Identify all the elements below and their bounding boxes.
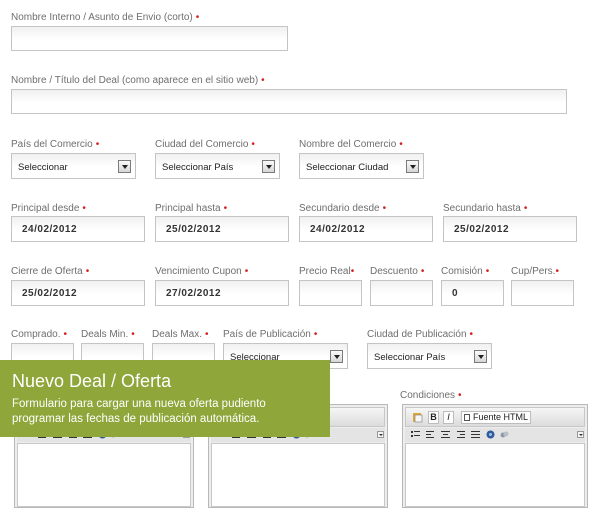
italic-button[interactable]: I (443, 411, 454, 424)
label-principal-hasta: Principal hasta • (155, 203, 228, 214)
secundario-desde-input[interactable]: 24/02/2012 (299, 216, 433, 242)
nombre-titulo-input[interactable] (11, 89, 567, 114)
align-right-icon[interactable] (456, 430, 465, 439)
label-principal-desde: Principal desde • (11, 203, 86, 214)
label-pais-publicacion: País de Publicación • (223, 329, 318, 340)
label-secundario-hasta: Secundario hasta • (443, 203, 528, 214)
align-justify-icon[interactable] (471, 430, 480, 439)
page-info-banner: Nuevo Deal / Oferta Formulario para carg… (0, 360, 330, 437)
editor-toolbar: B I Fuente HTML (405, 407, 585, 427)
chevron-down-icon[interactable] (118, 160, 131, 173)
principal-desde-input[interactable]: 24/02/2012 (11, 216, 145, 242)
descuento-input[interactable] (370, 280, 433, 306)
link-icon[interactable] (486, 430, 495, 439)
label-pais-comercio: País del Comercio • (11, 139, 100, 150)
label-deals-min: Deals Min. • (81, 329, 135, 340)
label-nombre-interno: Nombre Interno / Asunto de Envio (corto)… (11, 12, 200, 23)
precio-real-input[interactable] (299, 280, 362, 306)
cup-pers-input[interactable] (511, 280, 574, 306)
chevron-down-icon[interactable] (262, 160, 275, 173)
ciudad-comercio-select[interactable]: Seleccionar País (155, 153, 280, 179)
comision-input[interactable]: 0 (441, 280, 504, 306)
align-left-icon[interactable] (426, 430, 435, 439)
cierre-oferta-input[interactable]: 25/02/2012 (11, 280, 145, 306)
chevron-down-icon[interactable] (474, 350, 487, 363)
bullet-list-icon[interactable] (411, 430, 420, 439)
banner-title: Nuevo Deal / Oferta (12, 371, 172, 391)
paste-icon[interactable] (412, 412, 423, 423)
banner-description: Formulario para cargar una nueva oferta … (12, 398, 266, 425)
editor-format-toolbar (405, 428, 585, 442)
label-comprado: Comprado. • (11, 329, 67, 340)
secundario-hasta-input[interactable]: 25/02/2012 (443, 216, 577, 242)
editor-resize-toggle[interactable] (577, 431, 584, 438)
fuente-html-button[interactable]: Fuente HTML (461, 411, 531, 424)
vencimiento-cupon-input[interactable]: 27/02/2012 (155, 280, 289, 306)
label-ciudad-publicacion: Ciudad de Publicación • (367, 329, 474, 340)
label-nombre-comercio: Nombre del Comercio • (299, 139, 403, 150)
editor-text-area[interactable] (17, 443, 191, 507)
pais-comercio-select[interactable]: Seleccionar (11, 153, 136, 179)
nombre-interno-input[interactable] (11, 26, 288, 51)
align-center-icon[interactable] (441, 430, 450, 439)
unlink-icon[interactable] (500, 430, 509, 439)
label-deals-max: Deals Max. • (152, 329, 209, 340)
label-cierre-oferta: Cierre de Oferta • (11, 266, 90, 277)
label-precio-real: Precio Real• (299, 266, 355, 277)
nombre-comercio-select[interactable]: Seleccionar Ciudad (299, 153, 424, 179)
ciudad-publicacion-select[interactable]: Seleccionar País (367, 343, 492, 369)
editor-text-area[interactable] (211, 443, 385, 507)
label-nombre-titulo: Nombre / Título del Deal (como aparece e… (11, 75, 265, 86)
chevron-down-icon[interactable] (406, 160, 419, 173)
editor-resize-toggle[interactable] (377, 431, 384, 438)
chevron-down-icon[interactable] (330, 350, 343, 363)
label-cup-pers: Cup/Pers.• (511, 266, 559, 277)
label-descuento: Descuento • (370, 266, 425, 277)
label-vencimiento-cupon: Vencimiento Cupon • (155, 266, 249, 277)
label-ciudad-comercio: Ciudad del Comercio • (155, 139, 255, 150)
condiciones-editor[interactable]: B I Fuente HTML (402, 404, 588, 508)
label-condiciones: Condiciones • (400, 390, 462, 401)
principal-hasta-input[interactable]: 25/02/2012 (155, 216, 289, 242)
bold-button[interactable]: B (428, 411, 439, 424)
editor-text-area[interactable] (405, 443, 585, 507)
label-secundario-desde: Secundario desde • (299, 203, 387, 214)
label-comision: Comisión • (441, 266, 490, 277)
html-source-icon (463, 414, 470, 421)
